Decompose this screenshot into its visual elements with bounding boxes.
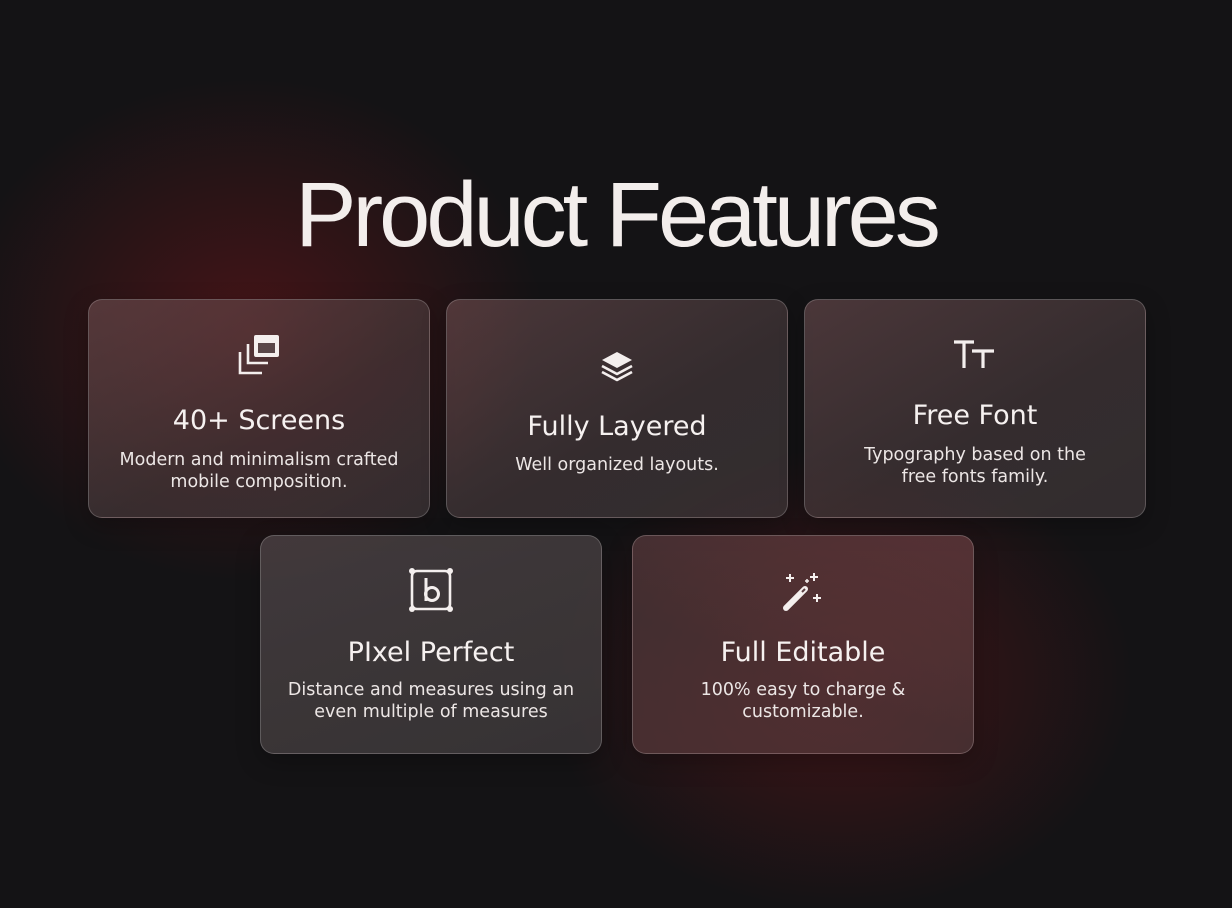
feature-card-font: Free Font Typography based on the free f…	[804, 299, 1146, 518]
feature-description-line: mobile composition.	[170, 472, 348, 492]
feature-card-screens: 40+ Screens Modern and minimalism crafte…	[88, 299, 430, 518]
feature-title: Free Font	[912, 400, 1038, 431]
magic-wand-icon	[779, 568, 827, 616]
feature-description-line: 100% easy to charge &	[700, 680, 906, 700]
feature-title: Full Editable	[720, 637, 886, 668]
feature-description-line: Distance and measures using an	[287, 680, 575, 700]
feature-card-pixel-perfect: PIxel Perfect Distance and measures usin…	[260, 535, 602, 754]
page-title: Product Features	[295, 164, 941, 266]
screens-icon	[235, 331, 283, 379]
text-size-icon	[951, 330, 999, 378]
feature-description-line: free fonts family.	[901, 467, 1049, 487]
bounding-box-icon	[407, 566, 455, 614]
feature-description-line: customizable.	[742, 702, 864, 722]
feature-title: Fully Layered	[527, 411, 707, 442]
feature-description-line: Typography based on the	[864, 445, 1086, 465]
feature-card-layered: Fully Layered Well organized layouts.	[446, 299, 788, 518]
layers-icon	[593, 342, 641, 390]
feature-title: PIxel Perfect	[347, 637, 515, 668]
feature-description-line: Well organized layouts.	[515, 455, 719, 475]
feature-card-editable: Full Editable 100% easy to charge & cust…	[632, 535, 974, 754]
feature-description-line: even multiple of measures	[314, 702, 548, 722]
feature-title: 40+ Screens	[172, 405, 346, 436]
feature-description-line: Modern and minimalism crafted	[119, 450, 399, 470]
